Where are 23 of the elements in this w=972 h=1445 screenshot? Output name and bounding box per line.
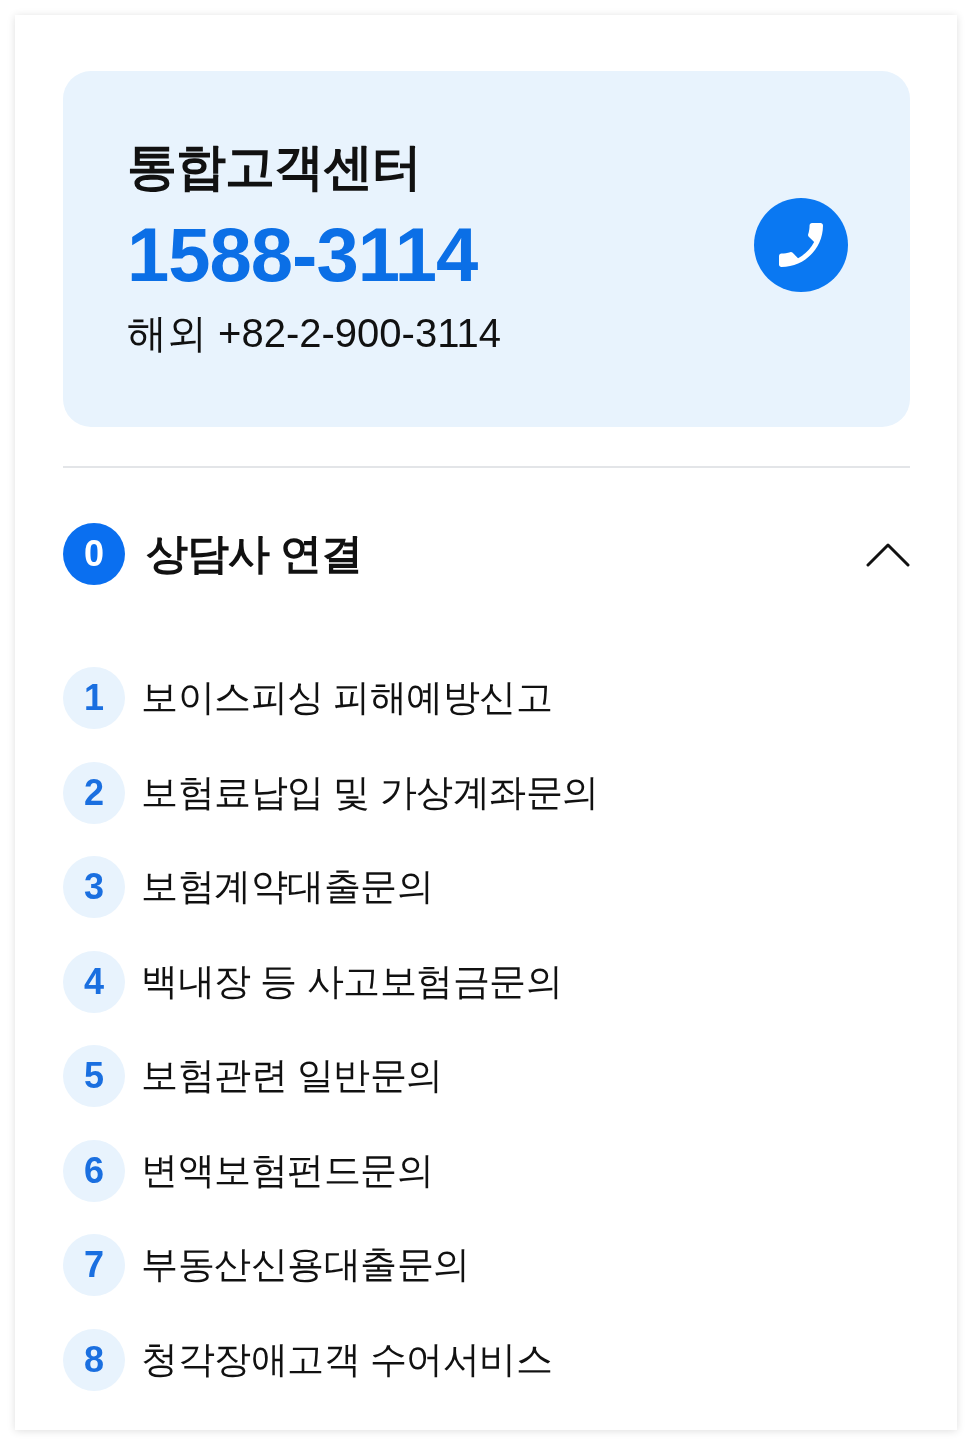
section-title[interactable]: 상담사 연결 (146, 526, 866, 582)
phone-icon (779, 223, 823, 267)
phone-number: 1588-3114 (127, 211, 478, 299)
menu-item[interactable]: 청각장애고객 수어서비스 (141, 1334, 553, 1385)
menu-item[interactable]: 보험료납입 및 가상계좌문의 (141, 767, 599, 818)
overseas-number: 해외 +82-2-900-3114 (127, 310, 501, 357)
number-badge: 0 (63, 523, 125, 585)
number-badge: 8 (63, 1328, 125, 1391)
card-title: 통합고객센터 (127, 138, 421, 197)
number-badge: 4 (63, 950, 125, 1013)
menu-item[interactable]: 부동산신용대출문의 (141, 1240, 470, 1290)
number-badge: 1 (63, 667, 125, 729)
number-badge: 6 (63, 1139, 125, 1202)
number-badge: 5 (63, 1045, 125, 1107)
number-badge: 7 (63, 1234, 125, 1296)
menu-item[interactable]: 백내장 등 사고보험금문의 (141, 956, 563, 1007)
menu-item[interactable]: 변액보험펀드문의 (141, 1145, 433, 1196)
number-badge: 2 (63, 761, 125, 824)
menu-item[interactable]: 보이스피싱 피해예방신고 (141, 673, 553, 723)
number-badge: 3 (63, 856, 125, 918)
chevron-icon[interactable] (866, 541, 910, 567)
menu-item[interactable]: 보험계약대출문의 (141, 862, 433, 912)
menu-item[interactable]: 보험관련 일반문의 (141, 1051, 443, 1101)
